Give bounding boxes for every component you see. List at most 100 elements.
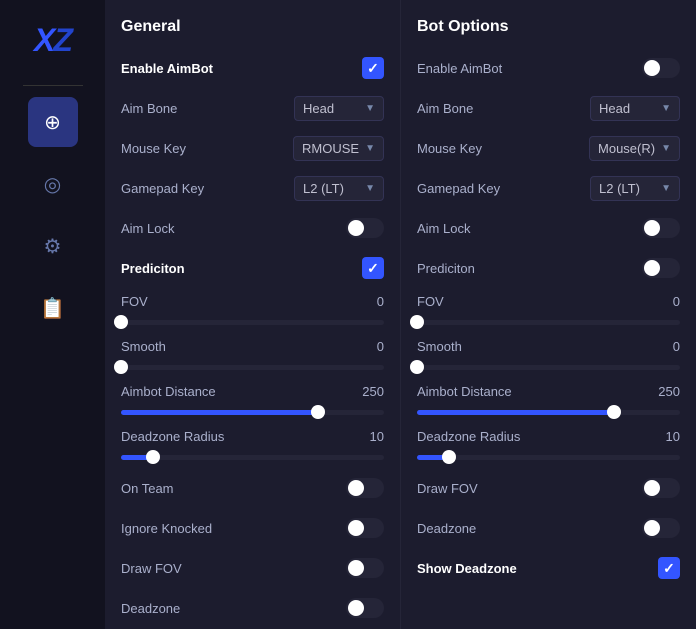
bot-prediciton-row: Prediciton bbox=[417, 254, 680, 282]
aimbot-distance-slider[interactable] bbox=[121, 405, 384, 419]
dropdown-arrow-icon: ▼ bbox=[365, 103, 375, 114]
sidebar-item-aimbot[interactable]: ⊕ bbox=[28, 97, 78, 147]
deadzone-toggle[interactable] bbox=[346, 598, 384, 618]
ignore-knocked-row: Ignore Knocked bbox=[121, 514, 384, 542]
logo: XZ bbox=[13, 10, 93, 70]
aimbot-distance-value: 250 bbox=[362, 384, 384, 399]
bot-deadzone-radius-header: Deadzone Radius 10 bbox=[417, 429, 680, 444]
enable-aimbot-row: Enable AimBot ✓ bbox=[121, 54, 384, 82]
bot-draw-fov-label: Draw FOV bbox=[417, 481, 478, 496]
bot-smooth-value: 0 bbox=[673, 339, 680, 354]
gamepad-key-dropdown[interactable]: L2 (LT) ▼ bbox=[294, 176, 384, 201]
smooth-slider-row: Smooth 0 bbox=[121, 339, 384, 374]
bot-smooth-slider[interactable] bbox=[417, 360, 680, 374]
logo-text: XZ bbox=[34, 22, 71, 59]
bot-show-deadzone-checkbox[interactable]: ✓ bbox=[658, 557, 680, 579]
bot-fov-slider-thumb[interactable] bbox=[410, 315, 424, 329]
bot-smooth-slider-track bbox=[417, 365, 680, 370]
enable-aimbot-checkbox[interactable]: ✓ bbox=[362, 57, 384, 79]
bot-deadzone-toggle[interactable] bbox=[642, 518, 680, 538]
aim-bone-dropdown[interactable]: Head ▼ bbox=[294, 96, 384, 121]
bot-mouse-key-row: Mouse Key Mouse(R) ▼ bbox=[417, 134, 680, 162]
bot-deadzone-knob bbox=[644, 520, 660, 536]
bot-aimbot-distance-slider-thumb[interactable] bbox=[607, 405, 621, 419]
draw-fov-label: Draw FOV bbox=[121, 561, 182, 576]
bot-deadzone-label: Deadzone bbox=[417, 521, 476, 536]
aimbot-distance-slider-thumb[interactable] bbox=[311, 405, 325, 419]
bot-prediciton-label: Prediciton bbox=[417, 261, 475, 276]
mouse-key-dropdown[interactable]: RMOUSE ▼ bbox=[293, 136, 384, 161]
bot-prediciton-toggle[interactable] bbox=[642, 258, 680, 278]
deadzone-radius-slider-thumb[interactable] bbox=[146, 450, 160, 464]
fov-slider[interactable] bbox=[121, 315, 384, 329]
smooth-slider[interactable] bbox=[121, 360, 384, 374]
sidebar-item-settings[interactable]: ⚙ bbox=[28, 221, 78, 271]
sidebar-item-visuals[interactable]: ◎ bbox=[28, 159, 78, 209]
bot-deadzone-row: Deadzone bbox=[417, 514, 680, 542]
bot-enable-aimbot-label: Enable AimBot bbox=[417, 61, 502, 76]
bot-enable-aimbot-toggle[interactable] bbox=[642, 58, 680, 78]
bot-fov-slider[interactable] bbox=[417, 315, 680, 329]
bot-deadzone-radius-value: 10 bbox=[666, 429, 680, 444]
draw-fov-toggle[interactable] bbox=[346, 558, 384, 578]
aim-bone-label: Aim Bone bbox=[121, 101, 177, 116]
bot-gamepad-key-dropdown[interactable]: L2 (LT) ▼ bbox=[590, 176, 680, 201]
fov-value: 0 bbox=[377, 294, 384, 309]
bot-aimbot-distance-slider[interactable] bbox=[417, 405, 680, 419]
deadzone-radius-slider-track bbox=[121, 455, 384, 460]
bot-deadzone-radius-slider[interactable] bbox=[417, 450, 680, 464]
deadzone-radius-label: Deadzone Radius bbox=[121, 429, 224, 444]
bot-deadzone-radius-slider-thumb[interactable] bbox=[442, 450, 456, 464]
prediciton-checkbox[interactable]: ✓ bbox=[362, 257, 384, 279]
bot-draw-fov-row: Draw FOV bbox=[417, 474, 680, 502]
aimbot-distance-slider-fill bbox=[121, 410, 318, 415]
ignore-knocked-label: Ignore Knocked bbox=[121, 521, 212, 536]
deadzone-radius-slider[interactable] bbox=[121, 450, 384, 464]
bot-aim-bone-dropdown[interactable]: Head ▼ bbox=[590, 96, 680, 121]
smooth-slider-track bbox=[121, 365, 384, 370]
bot-aimbot-distance-value: 250 bbox=[658, 384, 680, 399]
bot-mouse-key-label: Mouse Key bbox=[417, 141, 482, 156]
general-panel: General Enable AimBot ✓ Aim Bone Head ▼ … bbox=[105, 0, 401, 629]
ignore-knocked-toggle-knob bbox=[348, 520, 364, 536]
bot-smooth-label: Smooth bbox=[417, 339, 462, 354]
bot-aim-lock-row: Aim Lock bbox=[417, 214, 680, 242]
bot-enable-aimbot-knob bbox=[644, 60, 660, 76]
mouse-key-row: Mouse Key RMOUSE ▼ bbox=[121, 134, 384, 162]
gamepad-key-value: L2 (LT) bbox=[303, 181, 344, 196]
sidebar-item-file[interactable]: 📋 bbox=[28, 283, 78, 333]
deadzone-toggle-knob bbox=[348, 600, 364, 616]
bot-draw-fov-toggle[interactable] bbox=[642, 478, 680, 498]
bot-fov-label: FOV bbox=[417, 294, 444, 309]
bot-deadzone-radius-slider-track bbox=[417, 455, 680, 460]
bot-aim-bone-row: Aim Bone Head ▼ bbox=[417, 94, 680, 122]
general-title: General bbox=[121, 18, 384, 36]
aimbot-distance-label: Aimbot Distance bbox=[121, 384, 216, 399]
draw-fov-row: Draw FOV bbox=[121, 554, 384, 582]
bot-show-deadzone-row: Show Deadzone ✓ bbox=[417, 554, 680, 582]
fov-header: FOV 0 bbox=[121, 294, 384, 309]
on-team-row: On Team bbox=[121, 474, 384, 502]
bot-deadzone-radius-label: Deadzone Radius bbox=[417, 429, 520, 444]
fov-slider-track bbox=[121, 320, 384, 325]
smooth-value: 0 bbox=[377, 339, 384, 354]
draw-fov-toggle-knob bbox=[348, 560, 364, 576]
aim-lock-toggle[interactable] bbox=[346, 218, 384, 238]
bot-smooth-slider-row: Smooth 0 bbox=[417, 339, 680, 374]
dropdown-arrow-icon: ▼ bbox=[661, 103, 671, 114]
bot-aim-lock-toggle[interactable] bbox=[642, 218, 680, 238]
bot-smooth-slider-thumb[interactable] bbox=[410, 360, 424, 374]
on-team-toggle[interactable] bbox=[346, 478, 384, 498]
bot-aim-lock-knob bbox=[644, 220, 660, 236]
bot-aimbot-distance-slider-fill bbox=[417, 410, 614, 415]
bot-gamepad-key-row: Gamepad Key L2 (LT) ▼ bbox=[417, 174, 680, 202]
fov-slider-thumb[interactable] bbox=[114, 315, 128, 329]
bot-show-deadzone-label: Show Deadzone bbox=[417, 561, 517, 576]
bot-fov-slider-row: FOV 0 bbox=[417, 294, 680, 329]
bot-mouse-key-dropdown[interactable]: Mouse(R) ▼ bbox=[589, 136, 680, 161]
fov-label: FOV bbox=[121, 294, 148, 309]
dropdown-arrow-icon: ▼ bbox=[661, 143, 671, 154]
checkbox-check-icon: ✓ bbox=[367, 261, 379, 275]
ignore-knocked-toggle[interactable] bbox=[346, 518, 384, 538]
smooth-slider-thumb[interactable] bbox=[114, 360, 128, 374]
